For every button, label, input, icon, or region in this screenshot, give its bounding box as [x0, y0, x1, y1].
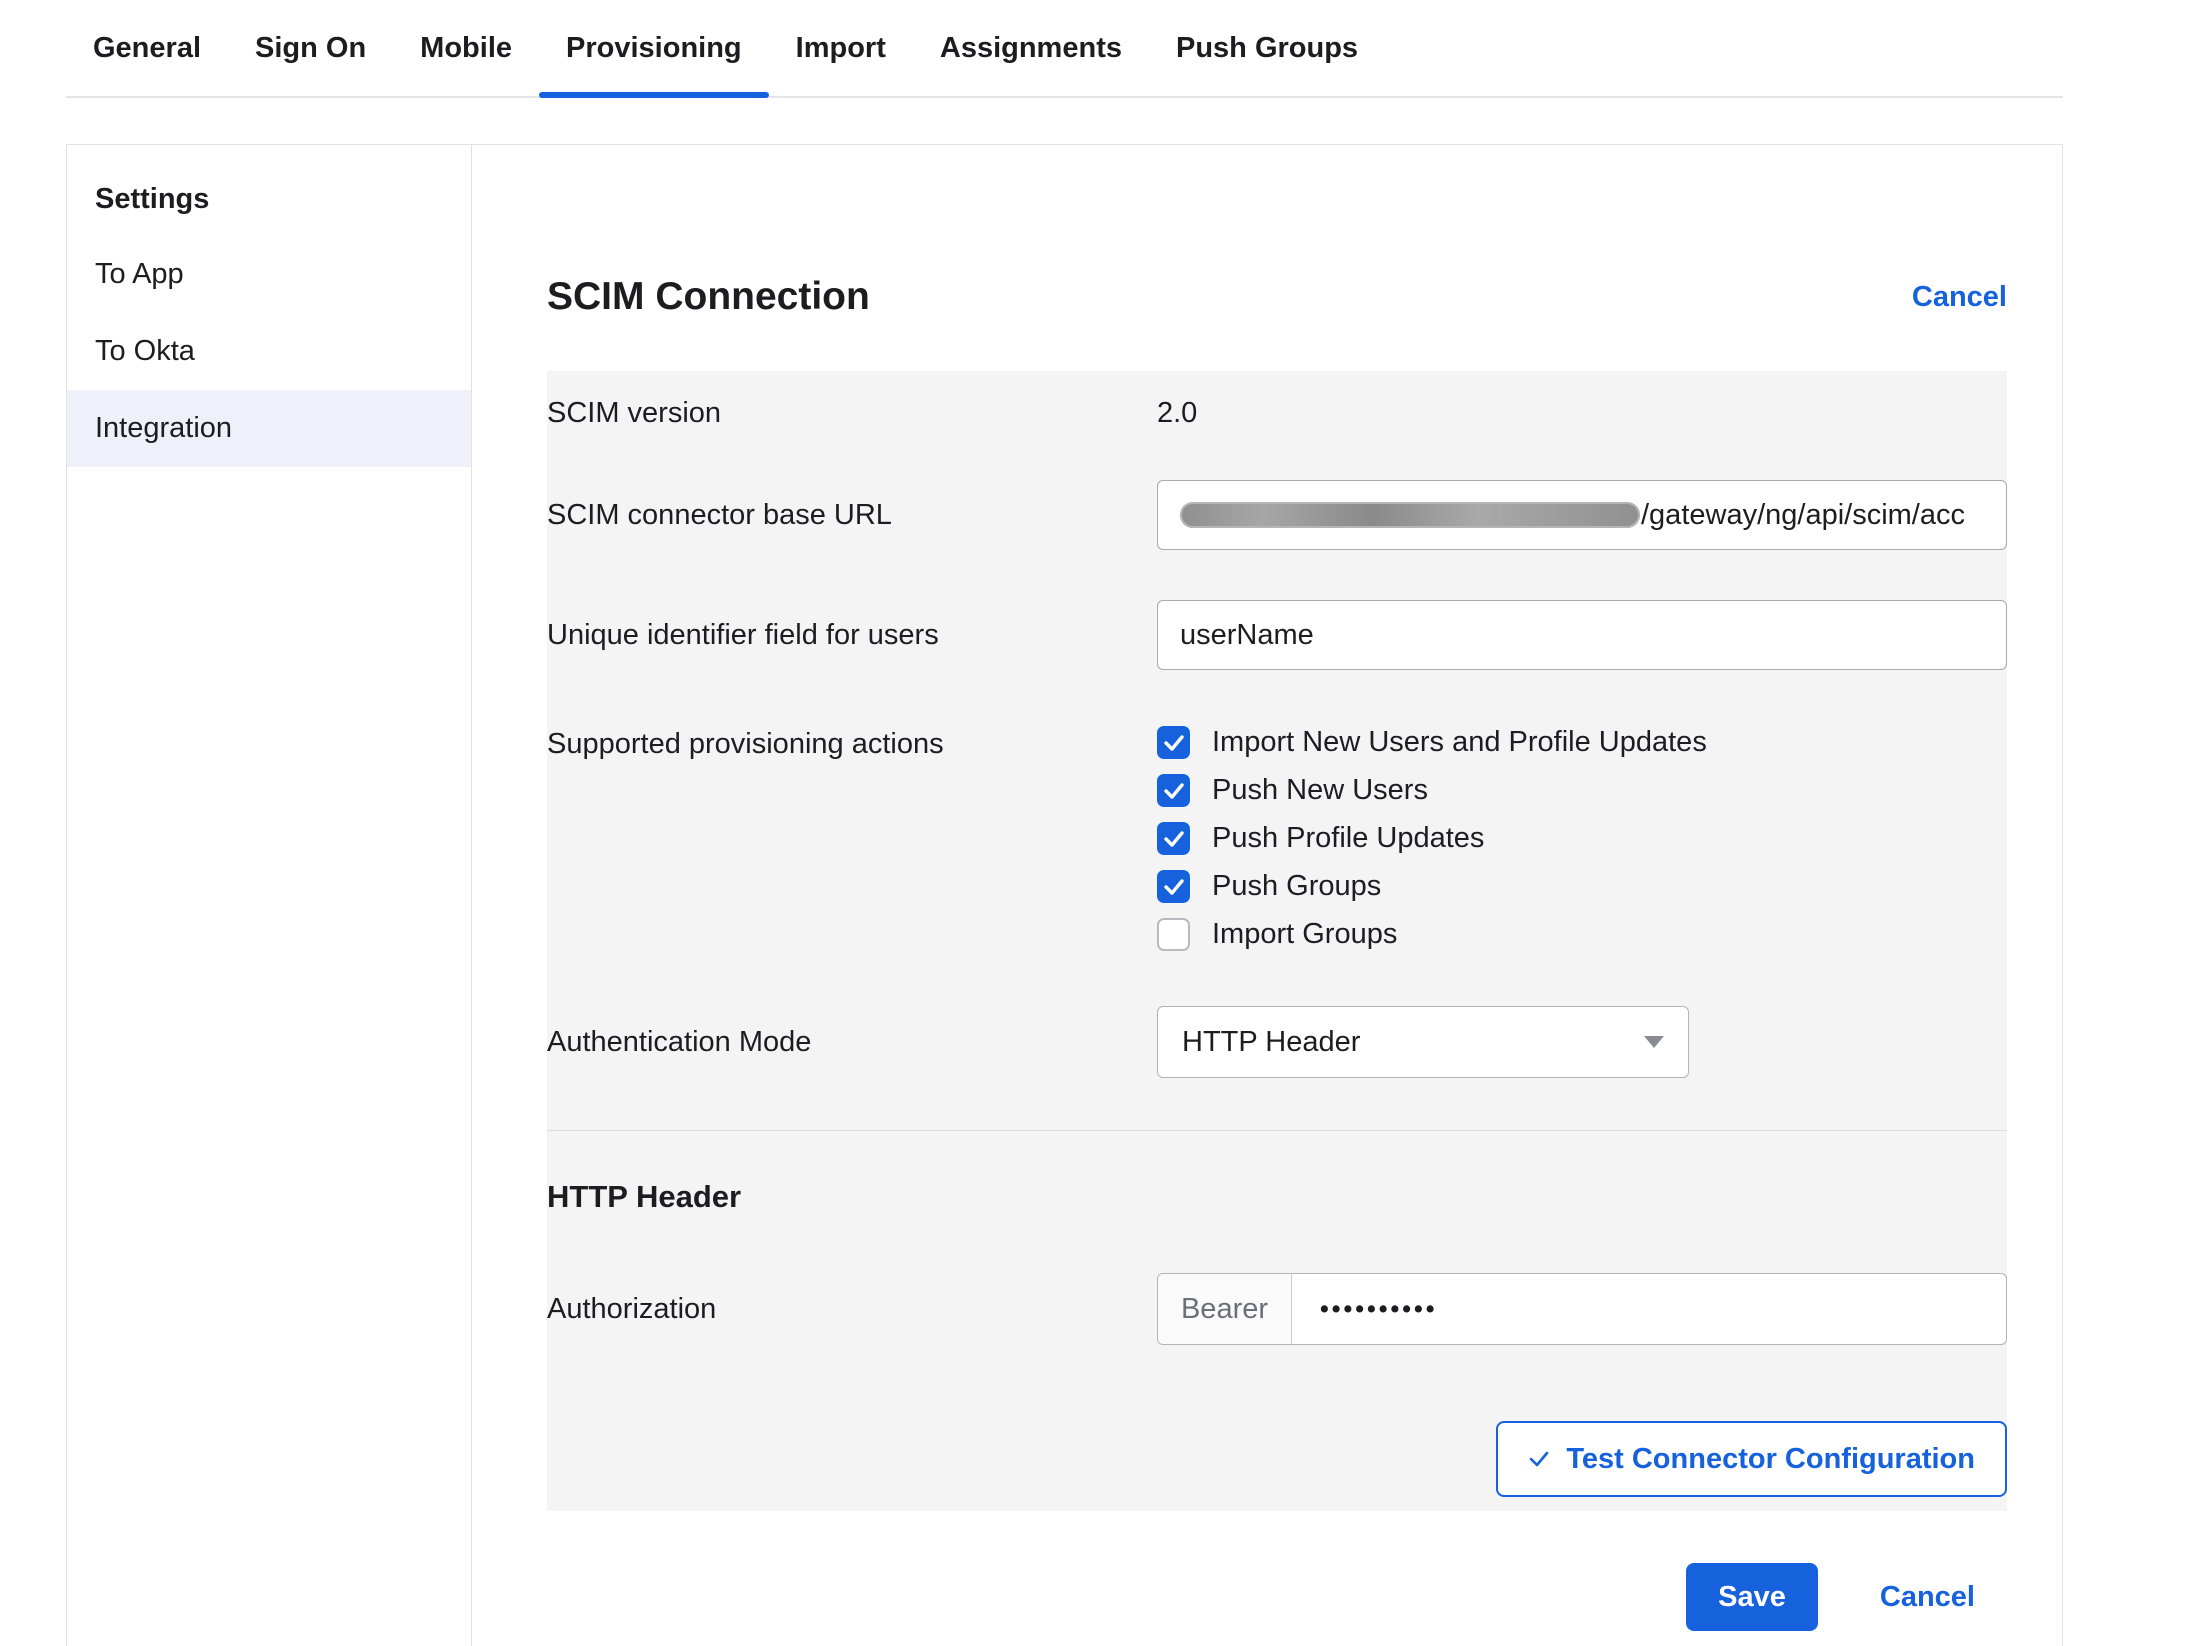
action-row-push-new-users: Push New Users: [1157, 774, 2007, 807]
unique-id-input[interactable]: userName: [1157, 600, 2007, 670]
authorization-input-group: Bearer ••••••••••: [1157, 1273, 2007, 1345]
provisioning-actions-row: Supported provisioning actions Import Ne…: [547, 726, 2007, 966]
cancel-link-top[interactable]: Cancel: [1912, 281, 2007, 314]
unique-id-value: userName: [1180, 619, 1314, 652]
check-icon: [1164, 879, 1184, 895]
page-title: SCIM Connection: [547, 275, 870, 319]
tab-push-groups[interactable]: Push Groups: [1149, 0, 1385, 96]
tab-sign-on[interactable]: Sign On: [228, 0, 393, 96]
scim-version-row: SCIM version 2.0: [547, 397, 2007, 430]
base-url-input[interactable]: /gateway/ng/api/scim/acc: [1157, 480, 2007, 550]
save-row: Save Cancel: [547, 1563, 2007, 1631]
auth-mode-label: Authentication Mode: [547, 1026, 1157, 1059]
check-icon: [1528, 1450, 1550, 1468]
section-divider: [547, 1130, 2007, 1131]
base-url-label: SCIM connector base URL: [547, 499, 1157, 532]
checkbox-push-profile-updates[interactable]: [1157, 822, 1190, 855]
tab-mobile[interactable]: Mobile: [393, 0, 539, 96]
authorization-row: Authorization Bearer ••••••••••: [547, 1273, 2007, 1345]
auth-mode-selected-value: HTTP Header: [1182, 1026, 1360, 1059]
tab-import[interactable]: Import: [769, 0, 913, 96]
scim-settings-panel: SCIM version 2.0 SCIM connector base URL…: [547, 371, 2007, 1511]
check-icon: [1164, 735, 1184, 751]
test-connector-label: Test Connector Configuration: [1566, 1443, 1975, 1476]
provisioning-actions-label: Supported provisioning actions: [547, 726, 1157, 761]
checkbox-import-groups[interactable]: [1157, 918, 1190, 951]
action-label: Import Groups: [1212, 918, 1397, 951]
sidebar-item-to-okta[interactable]: To Okta: [67, 313, 471, 390]
action-label: Push Profile Updates: [1212, 822, 1484, 855]
sidebar-item-to-app[interactable]: To App: [67, 236, 471, 313]
tab-general[interactable]: General: [66, 0, 228, 96]
check-icon: [1164, 831, 1184, 847]
tab-provisioning[interactable]: Provisioning: [539, 0, 769, 96]
checkbox-import-new-users[interactable]: [1157, 726, 1190, 759]
cancel-link-bottom[interactable]: Cancel: [1880, 1581, 1975, 1614]
action-row-import-new-users: Import New Users and Profile Updates: [1157, 726, 2007, 759]
provisioning-card: Settings To App To Okta Integration SCIM…: [66, 144, 2063, 1646]
check-icon: [1164, 783, 1184, 799]
action-label: Push New Users: [1212, 774, 1428, 807]
action-row-push-profile-updates: Push Profile Updates: [1157, 822, 2007, 855]
save-button[interactable]: Save: [1686, 1563, 1818, 1631]
authorization-label: Authorization: [547, 1293, 1157, 1326]
unique-id-label: Unique identifier field for users: [547, 619, 1157, 652]
unique-id-row: Unique identifier field for users userNa…: [547, 600, 2007, 670]
http-header-heading: HTTP Header: [547, 1179, 2007, 1215]
sidebar-item-integration[interactable]: Integration: [67, 390, 471, 467]
main-content: SCIM Connection Cancel SCIM version 2.0 …: [472, 145, 2062, 1646]
action-row-import-groups: Import Groups: [1157, 918, 2007, 951]
base-url-visible-text: /gateway/ng/api/scim/acc: [1641, 499, 1965, 532]
base-url-row: SCIM connector base URL /gateway/ng/api/…: [547, 480, 2007, 550]
settings-sidebar: Settings To App To Okta Integration: [67, 145, 472, 1646]
app-tabbar: General Sign On Mobile Provisioning Impo…: [66, 0, 2063, 98]
title-row: SCIM Connection Cancel: [547, 275, 2007, 319]
scim-version-value: 2.0: [1157, 397, 2007, 430]
token-input[interactable]: ••••••••••: [1292, 1274, 1438, 1344]
test-connector-row: Test Connector Configuration: [547, 1421, 2007, 1503]
chevron-down-icon: [1644, 1036, 1664, 1048]
redaction-bar: [1180, 502, 1640, 528]
test-connector-button[interactable]: Test Connector Configuration: [1496, 1421, 2007, 1497]
checkbox-push-groups[interactable]: [1157, 870, 1190, 903]
sidebar-title: Settings: [67, 175, 471, 236]
bearer-prefix: Bearer: [1158, 1274, 1292, 1344]
checkbox-push-new-users[interactable]: [1157, 774, 1190, 807]
action-label: Push Groups: [1212, 870, 1381, 903]
provisioning-actions-list: Import New Users and Profile Updates Pus…: [1157, 726, 2007, 966]
action-row-push-groups: Push Groups: [1157, 870, 2007, 903]
tab-assignments[interactable]: Assignments: [913, 0, 1149, 96]
auth-mode-row: Authentication Mode HTTP Header: [547, 1006, 2007, 1078]
scim-version-label: SCIM version: [547, 397, 1157, 430]
auth-mode-select[interactable]: HTTP Header: [1157, 1006, 1689, 1078]
action-label: Import New Users and Profile Updates: [1212, 726, 1707, 759]
